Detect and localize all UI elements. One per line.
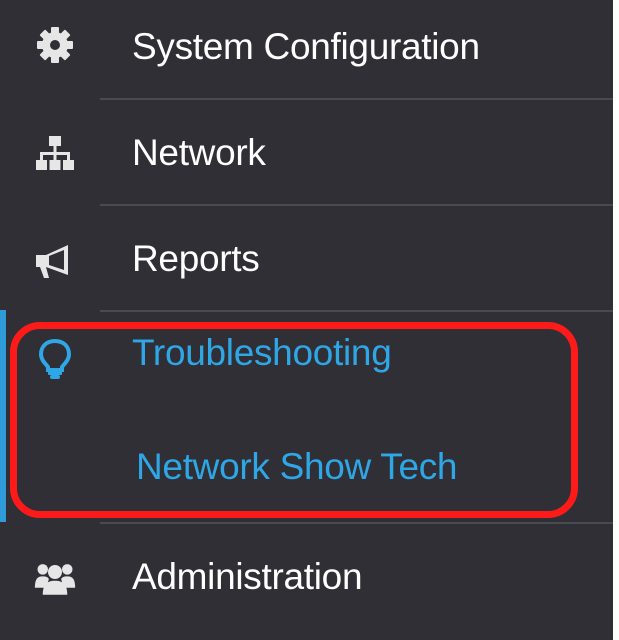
highlight-box [10,322,578,518]
network-icon [34,132,76,174]
sidebar-item-label: Network [132,132,266,173]
sidebar-item-network[interactable]: Network [0,100,613,204]
sidebar-item-administration[interactable]: Administration [0,524,613,628]
page-edge [613,0,619,640]
users-icon [34,558,76,600]
megaphone-icon [34,240,76,282]
sidebar-item-label: Reports [132,238,260,279]
sidebar-nav: System Configuration Network Reports Tro… [0,0,619,640]
sidebar-item-label: System Configuration [132,26,480,67]
sidebar-item-system-configuration[interactable]: System Configuration [0,0,613,96]
sidebar-item-reports[interactable]: Reports [0,206,613,310]
gear-icon [34,24,76,66]
sidebar-item-label: Administration [132,556,363,597]
